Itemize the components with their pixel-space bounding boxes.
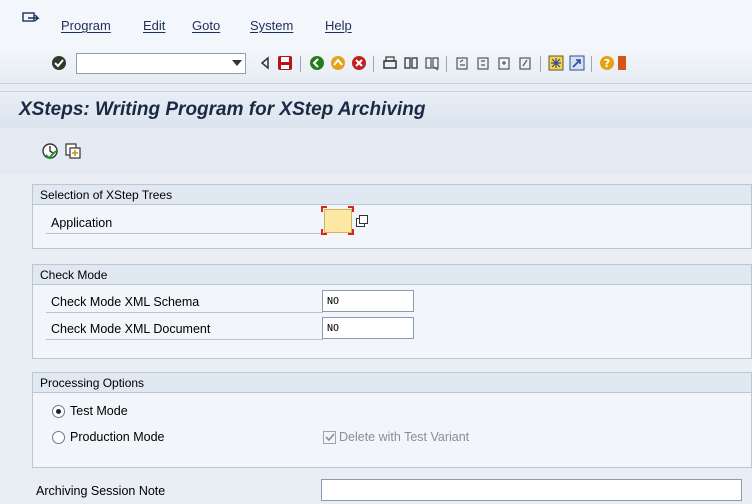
- exit-icon[interactable]: [329, 54, 347, 72]
- required-marker: [321, 229, 327, 235]
- checkmark-icon: [324, 433, 335, 442]
- archiving-note-label: Archiving Session Note: [36, 484, 166, 498]
- processing-frame-heading: Processing Options: [33, 373, 751, 393]
- last-page-icon[interactable]: [516, 54, 534, 72]
- first-page-icon[interactable]: [453, 54, 471, 72]
- required-marker: [348, 229, 354, 235]
- delete-test-variant-checkbox[interactable]: [323, 431, 336, 444]
- help-icon[interactable]: ?: [598, 54, 616, 72]
- required-marker: [321, 206, 327, 212]
- application-toolbar: [0, 128, 752, 174]
- radio-selected-dot: [56, 409, 61, 414]
- find-icon[interactable]: [402, 54, 420, 72]
- archiving-note-input[interactable]: [321, 479, 742, 501]
- toolbar-separator: [300, 56, 301, 72]
- toolbar-separator: [540, 56, 541, 72]
- print-icon[interactable]: [381, 54, 399, 72]
- delete-test-variant-label: Delete with Test Variant: [339, 430, 470, 444]
- standard-toolbar: ?: [0, 46, 752, 84]
- enter-icon[interactable]: [50, 54, 68, 72]
- chevron-down-icon[interactable]: [232, 60, 242, 66]
- test-mode-label: Test Mode: [70, 404, 128, 418]
- system-menu-icon[interactable]: [22, 12, 40, 28]
- toolbar-separator: [591, 56, 592, 72]
- menu-program[interactable]: Program: [61, 18, 111, 33]
- production-mode-radio[interactable]: [52, 431, 65, 444]
- svg-text:?: ?: [604, 57, 610, 70]
- find-next-icon[interactable]: [423, 54, 441, 72]
- row-underline: [46, 339, 323, 340]
- shortcut-icon[interactable]: [568, 54, 586, 72]
- menu-system[interactable]: System: [250, 18, 293, 33]
- schema-check-input[interactable]: NO: [322, 290, 414, 312]
- cancel-icon[interactable]: [350, 54, 368, 72]
- selection-frame-heading: Selection of XStep Trees: [33, 185, 751, 205]
- get-variant-icon[interactable]: [64, 142, 82, 160]
- create-session-icon[interactable]: [547, 54, 565, 72]
- menu-bar: Program Edit Goto System Help: [0, 0, 752, 46]
- menu-help[interactable]: Help: [325, 18, 352, 33]
- save-icon[interactable]: [276, 54, 294, 72]
- row-underline: [46, 312, 323, 313]
- selection-frame: Selection of XStep Trees Application: [32, 184, 752, 249]
- title-bar: XSteps: Writing Program for XStep Archiv…: [0, 91, 752, 128]
- check-mode-frame: Check Mode Check Mode XML Schema NO Chec…: [32, 264, 752, 359]
- document-check-label: Check Mode XML Document: [51, 322, 211, 336]
- required-marker: [348, 206, 354, 212]
- page-title: XSteps: Writing Program for XStep Archiv…: [19, 99, 426, 120]
- test-mode-radio[interactable]: [52, 405, 65, 418]
- toolbar-separator: [446, 56, 447, 72]
- execute-icon[interactable]: [41, 142, 59, 160]
- application-label: Application: [51, 216, 113, 230]
- document-check-input[interactable]: NO: [322, 317, 414, 339]
- back-icon[interactable]: [256, 54, 274, 72]
- previous-page-icon[interactable]: [474, 54, 492, 72]
- processing-options-frame: Processing Options Test Mode Production …: [32, 372, 752, 468]
- menu-goto[interactable]: Goto: [192, 18, 220, 33]
- row-underline: [46, 233, 323, 234]
- back-nav-icon[interactable]: [308, 54, 326, 72]
- multiple-selection-icon[interactable]: [356, 215, 369, 227]
- check-mode-frame-heading: Check Mode: [33, 265, 751, 285]
- production-mode-label: Production Mode: [70, 430, 165, 444]
- command-field[interactable]: [76, 53, 246, 74]
- next-page-icon[interactable]: [495, 54, 513, 72]
- schema-check-label: Check Mode XML Schema: [51, 295, 200, 309]
- customize-layout-icon[interactable]: [618, 54, 626, 72]
- toolbar-separator: [373, 56, 374, 72]
- menu-edit[interactable]: Edit: [143, 18, 165, 33]
